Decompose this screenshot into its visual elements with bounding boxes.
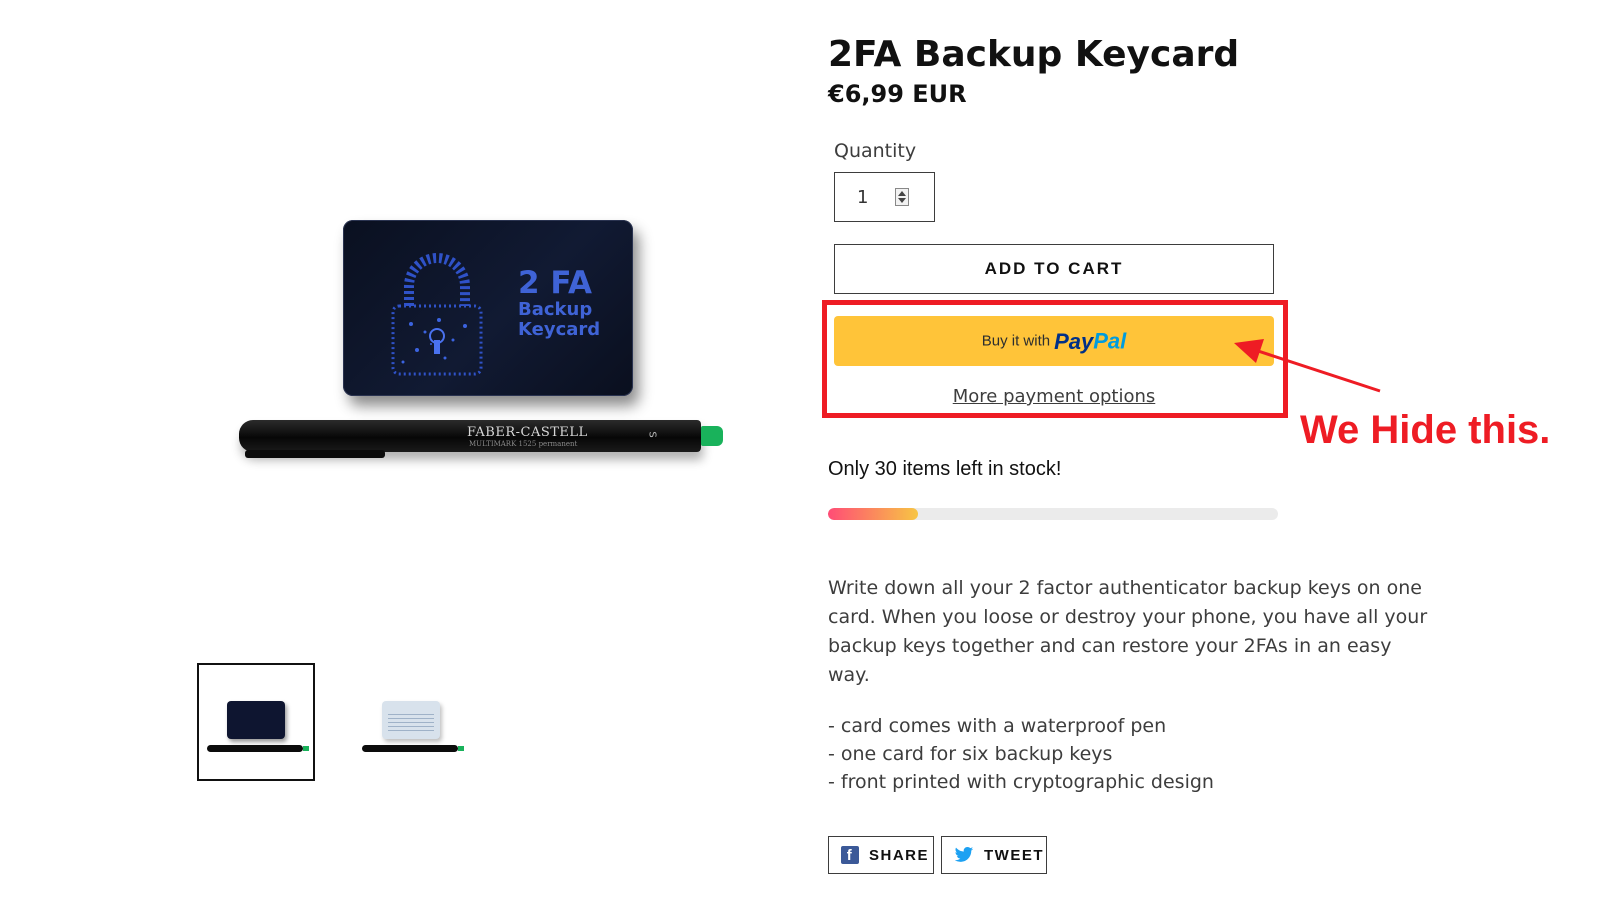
pen-size-text: S	[646, 431, 658, 438]
card-print-text: 2 FA Backup Keycard	[518, 268, 600, 339]
more-payment-options-link[interactable]: More payment options	[834, 386, 1274, 407]
thumbnail-card	[382, 701, 440, 739]
thumbnail-pen	[207, 745, 309, 752]
share-label: SHARE	[869, 846, 930, 864]
pen-tip	[701, 426, 723, 446]
product-description: Write down all your 2 factor authenticat…	[828, 574, 1428, 690]
paypal-logo-pay: Pay	[1054, 328, 1094, 354]
pen-clip	[245, 450, 385, 458]
product-main-image[interactable]: 2 FA Backup Keycard FABER-CASTELL MULTIM…	[225, 200, 745, 500]
stock-progress-bar	[828, 508, 1278, 520]
keycard-image: 2 FA Backup Keycard	[343, 220, 633, 396]
feature-item: - card comes with a waterproof pen	[828, 715, 1167, 737]
pen-image: FABER-CASTELL MULTIMARK 1525 permanent S	[239, 414, 739, 458]
padlock-icon	[391, 253, 483, 376]
feature-list: - card comes with a waterproof pen - one…	[828, 712, 1214, 796]
annotation-text: We Hide this.	[1300, 408, 1551, 452]
product-price: €6,99 EUR	[828, 80, 967, 108]
stock-progress-fill	[828, 508, 918, 520]
feature-item: - one card for six backup keys	[828, 743, 1113, 765]
card-text-big: 2 FA	[518, 265, 592, 301]
tweet-label: TWEET	[984, 846, 1044, 864]
facebook-icon: f	[841, 846, 859, 864]
quantity-stepper[interactable]	[895, 188, 909, 206]
paypal-prefix-text: Buy it with	[981, 332, 1051, 350]
paypal-logo-pal: Pal	[1093, 328, 1127, 354]
stepper-up-icon[interactable]	[898, 191, 906, 196]
pen-sub-text: MULTIMARK 1525 permanent	[469, 440, 578, 448]
annotation-arrow-icon	[1234, 339, 1381, 393]
keycard-front-thumbnail[interactable]	[197, 663, 315, 781]
add-to-cart-button[interactable]: ADD TO CART	[834, 244, 1274, 294]
thumbnail-card	[227, 701, 285, 739]
product-title: 2FA Backup Keycard	[828, 34, 1240, 75]
description-paragraph: Write down all your 2 factor authenticat…	[828, 577, 1428, 686]
twitter-bird-icon	[954, 847, 974, 862]
paypal-button[interactable]: Buy it with PayPal	[834, 316, 1274, 366]
card-text-line1: Backup	[518, 299, 593, 320]
stock-text: Only 30 items left in stock!	[828, 458, 1062, 480]
facebook-share-button[interactable]: f SHARE	[828, 836, 934, 874]
feature-item: - front printed with cryptographic desig…	[828, 771, 1214, 793]
stepper-down-icon[interactable]	[898, 198, 906, 203]
thumbnail-pen	[362, 745, 464, 752]
quantity-label: Quantity	[834, 140, 917, 162]
pen-brand-text: FABER-CASTELL	[467, 425, 588, 440]
quantity-input[interactable]	[834, 172, 935, 222]
twitter-tweet-button[interactable]: TWEET	[941, 836, 1047, 874]
card-text-line2: Keycard	[518, 319, 601, 340]
keycard-back-thumbnail[interactable]	[352, 663, 470, 781]
